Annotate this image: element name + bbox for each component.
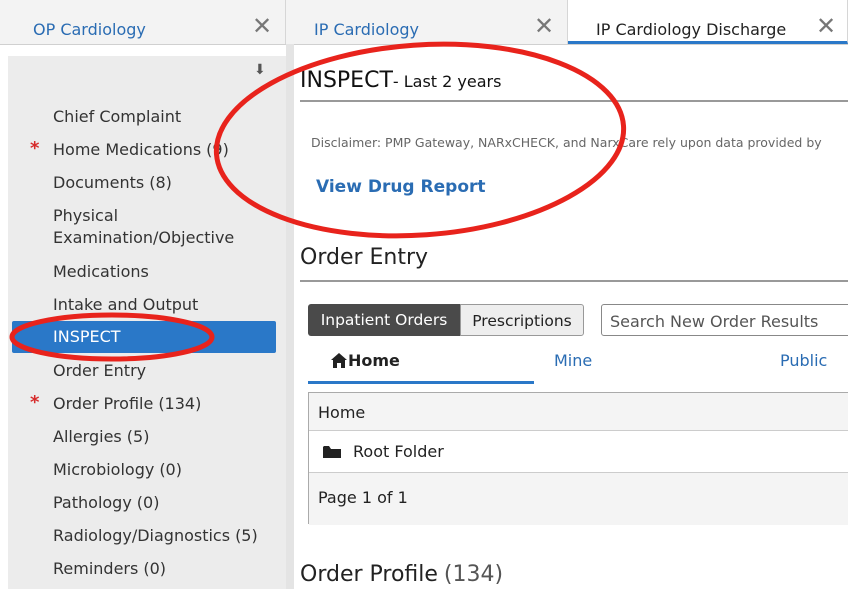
sidebar-item-label: INSPECT bbox=[53, 327, 121, 346]
home-icon bbox=[331, 353, 347, 368]
sidebar-item-count: (5) bbox=[126, 427, 150, 446]
close-icon[interactable]: ✕ bbox=[816, 14, 836, 38]
tab-op-cardiology[interactable]: OP Cardiology ✕ bbox=[0, 0, 286, 44]
grid-header: Home bbox=[309, 393, 848, 431]
sidebar-item-label: Physical bbox=[53, 206, 119, 225]
search-input[interactable] bbox=[608, 311, 848, 332]
section-count: (134) bbox=[443, 562, 504, 587]
tab-label: OP Cardiology bbox=[33, 20, 146, 39]
sidebar-item-physical-examination[interactable]: Physical Examination/Objective bbox=[53, 205, 234, 249]
sidebar-item-intake-output[interactable]: Intake and Output bbox=[53, 294, 198, 316]
sidebar-item-count: (0) bbox=[159, 460, 182, 479]
sidebar-item-count: (0) bbox=[143, 559, 166, 578]
required-icon: * bbox=[30, 392, 40, 413]
page-subtitle: - Last 2 years bbox=[392, 72, 502, 91]
sidebar-item-order-profile[interactable]: Order Profile (134) bbox=[53, 393, 201, 415]
disclaimer-text: Disclaimer: PMP Gateway, NARxCHECK, and … bbox=[311, 135, 822, 150]
button-label: Prescriptions bbox=[472, 312, 572, 330]
sidebar-item-label: Reminders bbox=[53, 559, 139, 578]
sidebar-item-microbiology[interactable]: Microbiology (0) bbox=[53, 459, 182, 481]
sidebar-item-label: Intake and Output bbox=[53, 295, 199, 314]
sidebar-item-medications[interactable]: Medications bbox=[53, 261, 149, 283]
order-profile-title: Order Profile (134) bbox=[300, 562, 503, 587]
page-title: INSPECT bbox=[300, 68, 393, 93]
order-folder-grid: Home Root Folder Page 1 of 1 bbox=[308, 392, 848, 525]
sidebar-item-pathology[interactable]: Pathology (0) bbox=[53, 492, 159, 514]
sidebar-item-label: Radiology/Diagnostics bbox=[53, 526, 231, 545]
sidebar-item-label: Order Profile bbox=[53, 394, 154, 413]
sidebar-item-label: Order Entry bbox=[53, 361, 147, 380]
pager-label: Page 1 of 1 bbox=[318, 488, 408, 507]
folder-icon bbox=[323, 446, 341, 458]
sidebar-item-count: (9) bbox=[206, 140, 229, 159]
sidebar-item-radiology[interactable]: Radiology/Diagnostics (5) bbox=[53, 525, 258, 547]
sidebar-item-label: Microbiology bbox=[53, 460, 155, 479]
sidebar-item-label: Medications bbox=[53, 262, 149, 281]
sidebar-item-label: Documents bbox=[53, 173, 145, 192]
prescriptions-button[interactable]: Prescriptions bbox=[460, 304, 584, 336]
close-icon[interactable]: ✕ bbox=[534, 14, 554, 38]
close-icon[interactable]: ✕ bbox=[252, 14, 272, 38]
sidebar-item-label: Chief Complaint bbox=[53, 107, 182, 126]
sidebar-item-count: (8) bbox=[149, 173, 172, 192]
pin-icon[interactable]: ⬇ bbox=[254, 62, 266, 78]
tab-label: IP Cardiology bbox=[314, 20, 419, 39]
tab-home[interactable]: Home bbox=[308, 351, 534, 384]
inspect-heading: INSPECT- Last 2 years bbox=[300, 68, 501, 93]
tab-ip-cardiology-discharge[interactable]: IP Cardiology Discharge ✕ bbox=[568, 0, 848, 44]
sidebar-item-label: Pathology bbox=[53, 493, 132, 512]
tab-label: Home bbox=[348, 351, 400, 370]
tab-label: IP Cardiology Discharge bbox=[596, 20, 787, 39]
sidebar-item-order-entry[interactable]: Order Entry bbox=[53, 360, 146, 382]
section-label: Order Profile bbox=[300, 562, 438, 587]
sidebar-item-allergies[interactable]: Allergies (5) bbox=[53, 426, 149, 448]
sidebar-item-count: (5) bbox=[235, 526, 258, 545]
divider bbox=[300, 280, 848, 282]
sidebar-item-count: (0) bbox=[136, 493, 160, 512]
sidebar-item-label: Examination/Objective bbox=[53, 228, 235, 247]
grid-header-label: Home bbox=[318, 403, 366, 422]
tab-ip-cardiology[interactable]: IP Cardiology ✕ bbox=[286, 0, 568, 44]
pager: Page 1 of 1 bbox=[309, 473, 848, 525]
view-drug-report-link[interactable]: View Drug Report bbox=[316, 177, 486, 197]
order-entry-title: Order Entry bbox=[300, 245, 429, 270]
sidebar-item-inspect[interactable]: INSPECT bbox=[12, 321, 276, 353]
sidebar-item-chief-complaint[interactable]: Chief Complaint bbox=[53, 106, 181, 128]
main-content: INSPECT- Last 2 years Disclaimer: PMP Ga… bbox=[294, 44, 848, 589]
divider bbox=[300, 100, 848, 102]
inpatient-orders-button[interactable]: Inpatient Orders bbox=[308, 304, 460, 336]
tab-bar: OP Cardiology ✕ IP Cardiology ✕ IP Cardi… bbox=[0, 0, 848, 45]
sidebar-item-reminders[interactable]: Reminders (0) bbox=[53, 558, 166, 580]
sidebar-item-label: Home Medications bbox=[53, 140, 202, 159]
sidebar-item-count: (134) bbox=[158, 394, 202, 413]
folder-label: Root Folder bbox=[353, 442, 444, 461]
list-item[interactable]: Root Folder bbox=[309, 431, 848, 473]
tab-public[interactable]: Public bbox=[780, 351, 827, 370]
sidebar-item-documents[interactable]: Documents (8) bbox=[53, 172, 172, 194]
required-icon: * bbox=[30, 138, 40, 159]
button-label: Inpatient Orders bbox=[320, 311, 448, 329]
pane-divider[interactable] bbox=[286, 44, 294, 589]
order-search-box bbox=[601, 304, 848, 336]
sidebar-item-label: Allergies bbox=[53, 427, 122, 446]
sidebar-item-home-medications[interactable]: Home Medications (9) bbox=[53, 139, 229, 161]
tab-mine[interactable]: Mine bbox=[554, 351, 592, 370]
